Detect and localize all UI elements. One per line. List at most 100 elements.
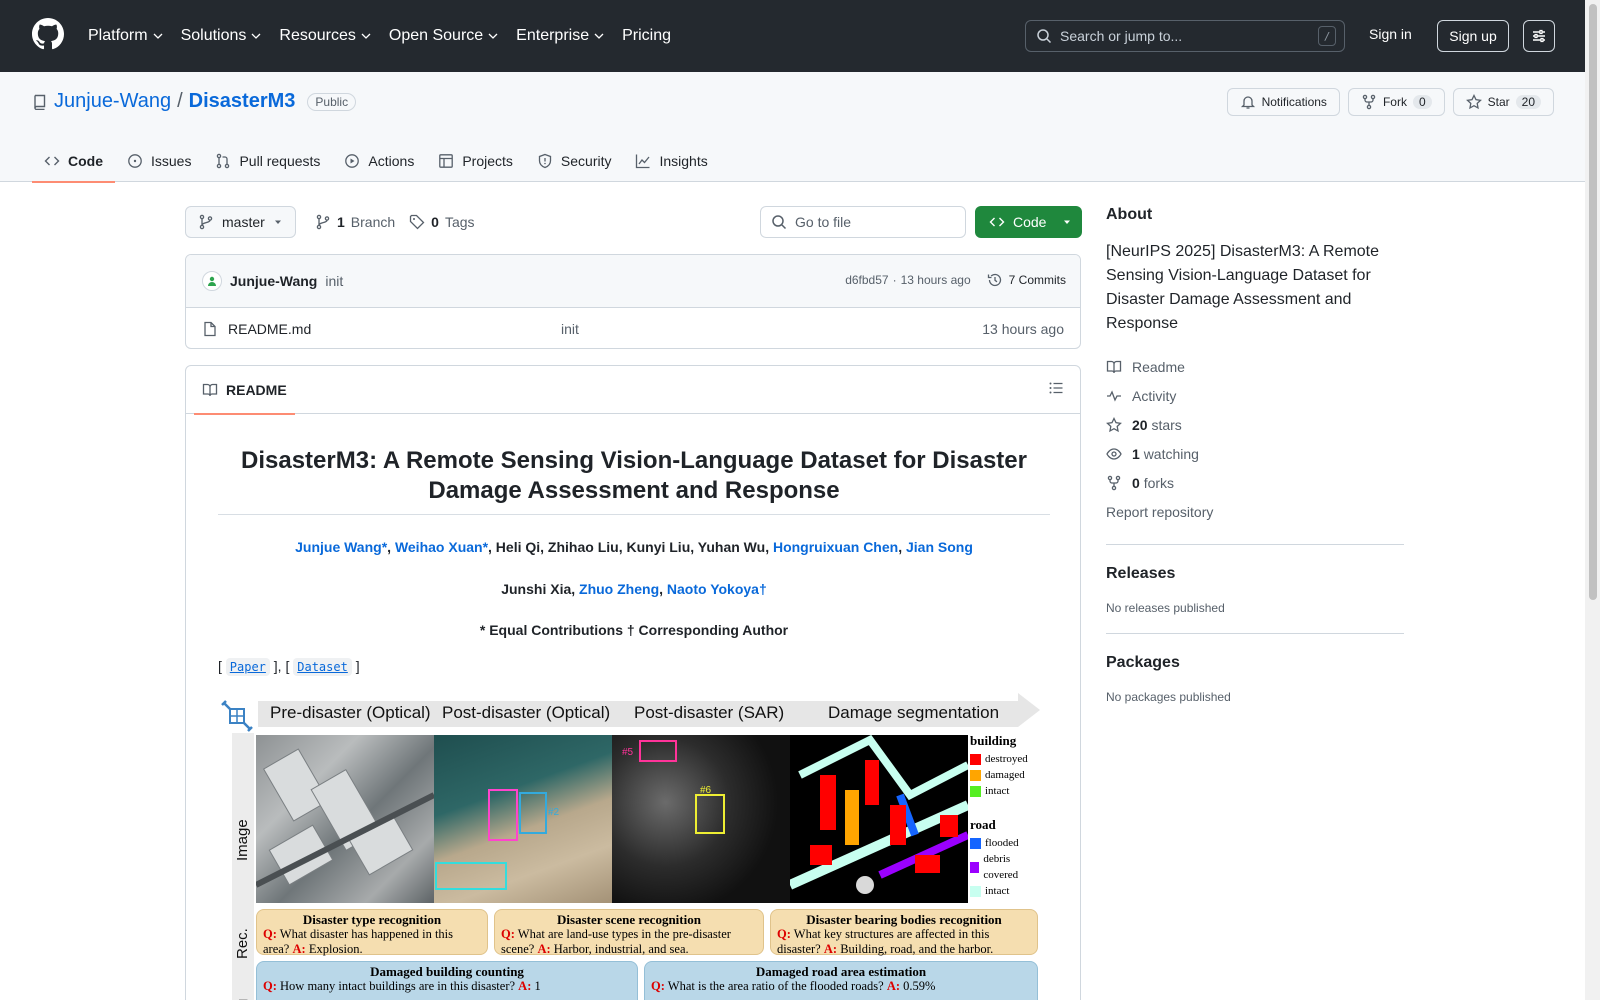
building-legend: building destroyed damaged intact <box>970 733 1028 797</box>
list-unordered-icon <box>1049 382 1063 394</box>
author-link[interactable]: Zhuo Zheng <box>579 581 659 597</box>
global-nav: Platform Solutions Resources Open Source… <box>88 0 689 72</box>
qa-bearing-bodies: Disaster bearing bodies recognition Q: W… <box>770 909 1038 956</box>
global-header: Platform Solutions Resources Open Source… <box>0 0 1600 72</box>
repo-header: Junjue-Wang / DisasterM3 Public Notifica… <box>0 72 1600 183</box>
tab-actions[interactable]: Actions <box>332 140 426 182</box>
readme-authors-line-2: Junshi Xia, Zhuo Zheng, Naoto Yokoya† <box>218 581 1050 597</box>
tab-insights[interactable]: Insights <box>623 140 719 182</box>
settings-menu-button[interactable] <box>1523 20 1555 52</box>
notifications-button[interactable]: Notifications <box>1226 88 1340 116</box>
paper-link[interactable]: Paper <box>225 658 270 676</box>
nav-open-source[interactable]: Open Source <box>389 27 498 45</box>
pre-disaster-optical-image <box>256 735 434 903</box>
outline-button[interactable] <box>1048 380 1064 396</box>
repo-icon <box>34 94 46 110</box>
nav-resources[interactable]: Resources <box>279 27 371 45</box>
file-row[interactable]: README.md init 13 hours ago <box>186 308 1080 348</box>
releases-heading[interactable]: Releases <box>1106 565 1404 583</box>
readme-figure: Pre-disaster (Optical) Post-disaster (Op… <box>218 693 1050 1000</box>
play-icon <box>345 154 360 168</box>
tab-code[interactable]: Code <box>32 140 115 183</box>
figure-col-post-sar: Post-disaster (SAR) <box>634 703 785 722</box>
nav-enterprise[interactable]: Enterprise <box>516 27 604 45</box>
author-link[interactable]: Jian Song <box>906 539 973 555</box>
pull-request-icon <box>217 153 230 169</box>
commit-message-link[interactable]: init <box>325 273 343 289</box>
nav-platform[interactable]: Platform <box>88 27 163 45</box>
tab-security[interactable]: Security <box>525 140 624 182</box>
author-link[interactable]: Weihao Xuan* <box>395 539 488 555</box>
nav-pricing[interactable]: Pricing <box>622 27 671 45</box>
eye-icon <box>1106 447 1122 460</box>
qa-disaster-scene: Disaster scene recognition Q: What are l… <box>494 909 764 956</box>
author-link[interactable]: Junjue Wang* <box>295 539 387 555</box>
author-link[interactable]: Naoto Yokoya† <box>667 581 767 597</box>
global-search-input[interactable]: Search or jump to... / <box>1025 20 1345 52</box>
branch-select-button[interactable]: master <box>185 206 296 238</box>
commit-hash-link[interactable]: d6fbd57 <box>845 273 888 287</box>
table-icon <box>439 154 454 168</box>
author-text: , <box>387 539 395 555</box>
repo-actions: Notifications Fork 0 Star 20 <box>1226 88 1554 116</box>
activity-link[interactable]: Activity <box>1106 381 1404 410</box>
swatch-flooded <box>970 837 981 849</box>
github-logo-icon[interactable] <box>32 18 64 50</box>
caret-down-icon <box>274 220 281 224</box>
fork-button[interactable]: Fork 0 <box>1347 88 1445 116</box>
figure-col-damage-seg: Damage segmentation <box>828 703 1000 722</box>
forks-link[interactable]: 0 forks <box>1106 468 1404 497</box>
branch-icon <box>316 214 330 230</box>
dataset-link[interactable]: Dataset <box>293 658 352 676</box>
user-avatar-icon <box>208 276 216 286</box>
star-button[interactable]: Star 20 <box>1452 88 1554 116</box>
pulse-icon <box>1107 389 1121 402</box>
search-shortcut-hint: / <box>1318 26 1336 46</box>
stars-link[interactable]: 20 stars <box>1106 410 1404 439</box>
caret-down-icon <box>1064 220 1071 224</box>
book-icon <box>202 383 218 397</box>
scrollbar-thumb[interactable] <box>1589 4 1597 600</box>
about-links: Readme Activity 20 stars 1 watching 0 fo… <box>1106 352 1404 526</box>
avatar[interactable] <box>202 271 222 291</box>
readme-panel: README DisasterM3: A Remote Sensing Visi… <box>185 365 1081 1000</box>
tags-link[interactable]: 0 Tags <box>409 214 475 230</box>
issue-icon <box>128 154 142 168</box>
chevron-down-icon <box>153 33 163 39</box>
sign-in-link[interactable]: Sign in <box>1369 26 1412 42</box>
file-name-link[interactable]: README.md <box>228 321 311 337</box>
readme-tab[interactable]: README <box>194 366 295 415</box>
file-list: Junjue-Wang init d6fbd57 · 13 hours ago … <box>185 254 1081 349</box>
watching-link[interactable]: 1 watching <box>1106 439 1404 468</box>
commits-history-link[interactable]: 7 Commits <box>987 272 1066 288</box>
author-text: Junshi Xia, <box>501 581 580 597</box>
swatch-destroyed <box>970 753 981 765</box>
go-to-file-input[interactable]: Go to file <box>760 206 966 238</box>
branches-link[interactable]: 1 Branch <box>315 214 395 230</box>
tab-projects[interactable]: Projects <box>426 140 525 182</box>
readme-link[interactable]: Readme <box>1106 352 1404 381</box>
qa-disaster-type: Disaster type recognition Q: What disast… <box>256 909 488 956</box>
branch-bar: master 1 Branch 0 Tags Go to file Code <box>185 206 1082 238</box>
repo-name-link[interactable]: DisasterM3 <box>189 90 296 113</box>
star-icon <box>1465 94 1482 110</box>
readme-header: README <box>186 366 1080 415</box>
commit-time: 13 hours ago <box>900 273 971 287</box>
file-commit-message[interactable]: init <box>561 321 579 337</box>
packages-empty: No packages published <box>1106 690 1231 704</box>
commit-author-link[interactable]: Junjue-Wang <box>230 273 317 289</box>
tab-pull-requests[interactable]: Pull requests <box>203 140 332 182</box>
sign-up-button[interactable]: Sign up <box>1437 20 1509 52</box>
about-heading: About <box>1106 206 1153 223</box>
tab-issues[interactable]: Issues <box>115 140 203 182</box>
divider <box>1106 544 1404 545</box>
repo-owner-link[interactable]: Junjue-Wang <box>54 90 171 113</box>
report-repository-link[interactable]: Report repository <box>1106 497 1404 526</box>
author-link[interactable]: Hongruixuan Chen <box>773 539 898 555</box>
fork-count: 0 <box>1412 95 1432 109</box>
packages-heading[interactable]: Packages <box>1106 654 1404 672</box>
damage-segmentation-image <box>790 735 968 903</box>
nav-solutions[interactable]: Solutions <box>181 27 262 45</box>
code-button[interactable]: Code <box>975 206 1082 238</box>
qa-road-area: Damaged road area estimation Q: What is … <box>644 961 1038 1000</box>
